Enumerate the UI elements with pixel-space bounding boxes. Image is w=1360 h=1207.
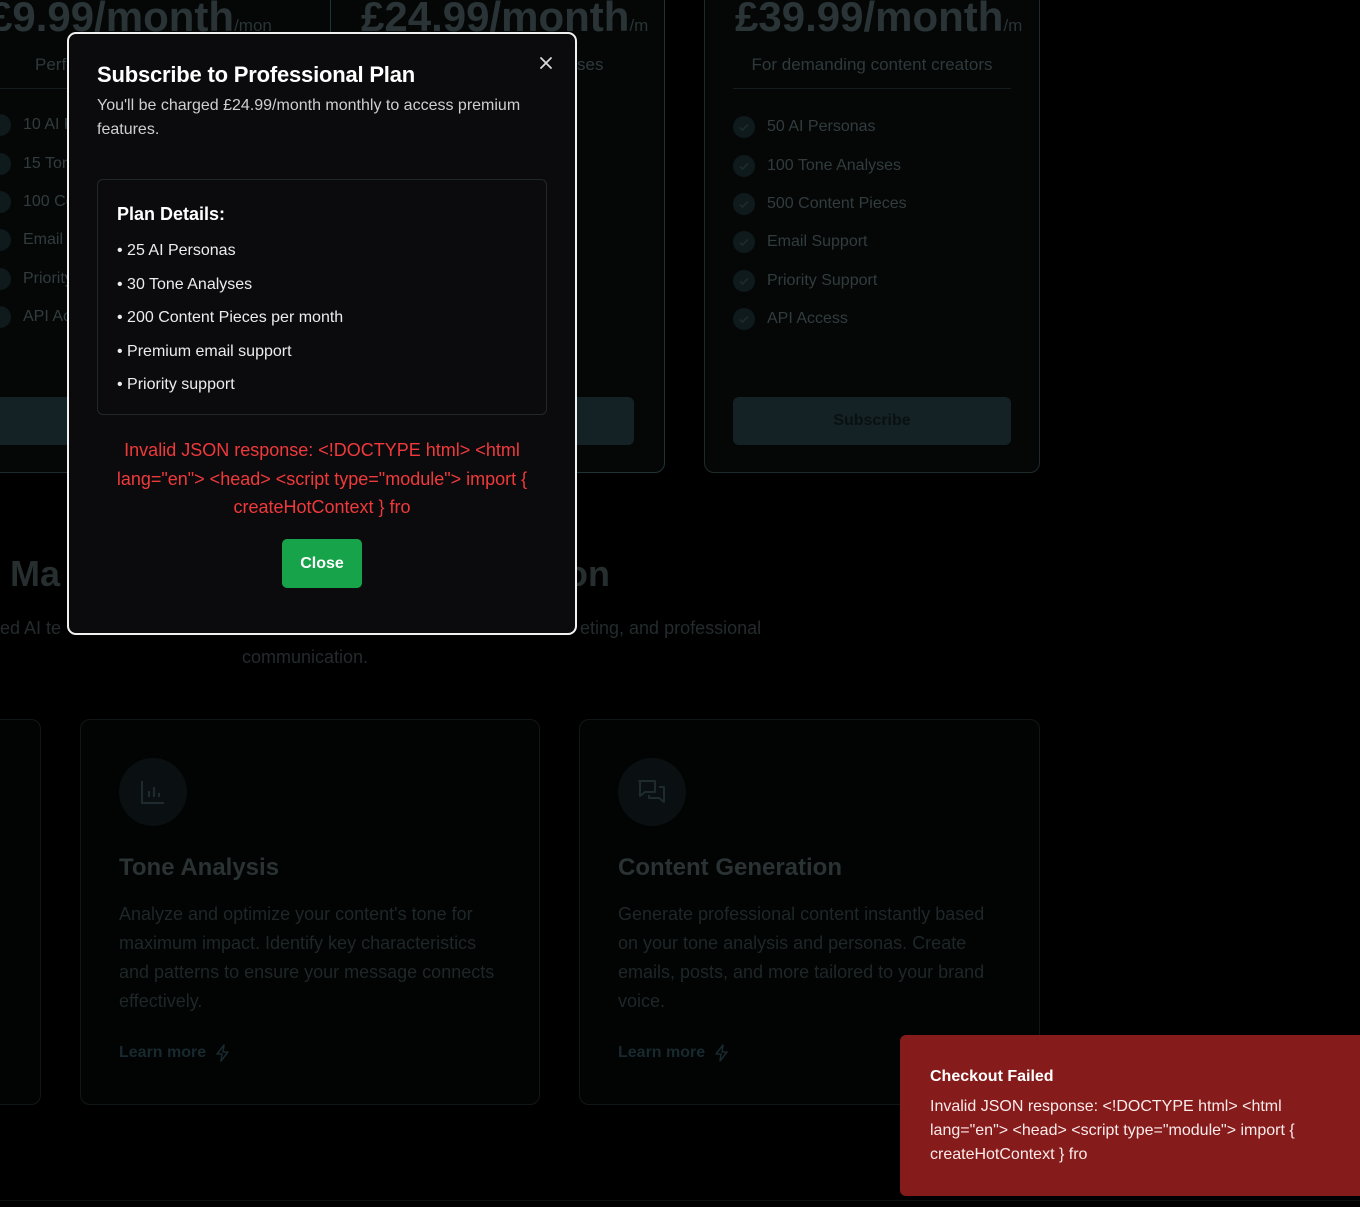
feature-item: Priority Support: [733, 270, 877, 292]
close-icon[interactable]: [535, 52, 557, 74]
modal-subtitle: You'll be charged £24.99/month monthly t…: [97, 97, 521, 138]
feature-item: Email Support: [733, 231, 868, 253]
plan-details-list: • 25 AI Personas • 30 Tone Analyses • 20…: [117, 240, 343, 408]
plan-description: ses: [577, 55, 604, 74]
check-icon: [733, 116, 755, 138]
check-icon: [0, 153, 11, 175]
footer-divider: [0, 1200, 1360, 1201]
lightning-icon: [715, 1044, 728, 1062]
bar-chart-icon: [119, 758, 187, 826]
feature-card-tone-analysis: Tone Analysis Analyze and optimize your …: [80, 719, 540, 1105]
modal-title: Subscribe to Professional Plan: [97, 62, 415, 87]
toast-message: Invalid JSON response: <!DOCTYPE html> <…: [930, 1098, 1295, 1163]
plan-detail-item: • 25 AI Personas: [117, 242, 236, 259]
price-period: /m: [1003, 16, 1023, 35]
check-icon: [0, 114, 11, 136]
chat-bubbles-icon: [618, 758, 686, 826]
feature-title: Content Generation: [618, 854, 843, 881]
check-icon: [733, 270, 755, 292]
divider: [733, 88, 1011, 89]
feature-item: 50 AI Personas: [733, 116, 876, 138]
plan-details-title: Plan Details:: [117, 204, 226, 224]
price-amount: £39.99/month/m: [735, 0, 1023, 40]
feature-item: API Access: [733, 308, 848, 330]
section-subtitle-left: ed AI te: [0, 618, 62, 638]
price-period: /m: [629, 16, 649, 35]
close-button[interactable]: Close: [282, 539, 362, 588]
check-icon: [733, 308, 755, 330]
check-icon: [0, 229, 11, 251]
feature-description: Analyze and optimize your content's tone…: [119, 904, 495, 1011]
feature-description: Generate professional content instantly …: [618, 904, 985, 1011]
check-icon: [733, 193, 755, 215]
check-icon: [0, 191, 11, 213]
plan-description: For demanding content creators: [751, 55, 993, 74]
check-icon: [0, 306, 11, 328]
toast-title: Checkout Failed: [930, 1068, 1054, 1085]
check-icon: [733, 155, 755, 177]
section-subtitle-right: eting, and professional: [580, 618, 762, 638]
check-icon: [0, 268, 11, 290]
feature-card-left-partial: [0, 719, 41, 1105]
feature-item: 100 Tone Analyses: [733, 155, 901, 177]
check-icon: [733, 231, 755, 253]
plan-detail-item: • Priority support: [117, 376, 235, 394]
plan-detail-item: • 30 Tone Analyses: [117, 275, 253, 293]
plan-detail-item: • 200 Content Pieces per month: [117, 309, 344, 327]
learn-more-link[interactable]: Learn more: [119, 1044, 232, 1062]
section-heading-left: Ma: [10, 553, 61, 594]
section-subtitle-line2: communication.: [242, 647, 369, 667]
lightning-icon: [216, 1044, 229, 1062]
feature-title: Tone Analysis: [119, 854, 280, 881]
subscribe-button[interactable]: Subscribe: [733, 397, 1011, 445]
pricing-card-enterprise: £39.99/month/m For demanding content cre…: [704, 0, 1040, 473]
feature-item: 500 Content Pieces: [733, 193, 907, 215]
error-toast: Checkout Failed Invalid JSON response: <…: [900, 1035, 1360, 1196]
plan-details-box: Plan Details: • 25 AI Personas • 30 Tone…: [97, 179, 547, 415]
error-message: Invalid JSON response: <!DOCTYPE html> <…: [116, 440, 528, 517]
learn-more-link[interactable]: Learn more: [618, 1044, 731, 1062]
subscribe-modal: Subscribe to Professional Plan You'll be…: [67, 32, 577, 635]
plan-detail-item: • Premium email support: [117, 342, 292, 360]
